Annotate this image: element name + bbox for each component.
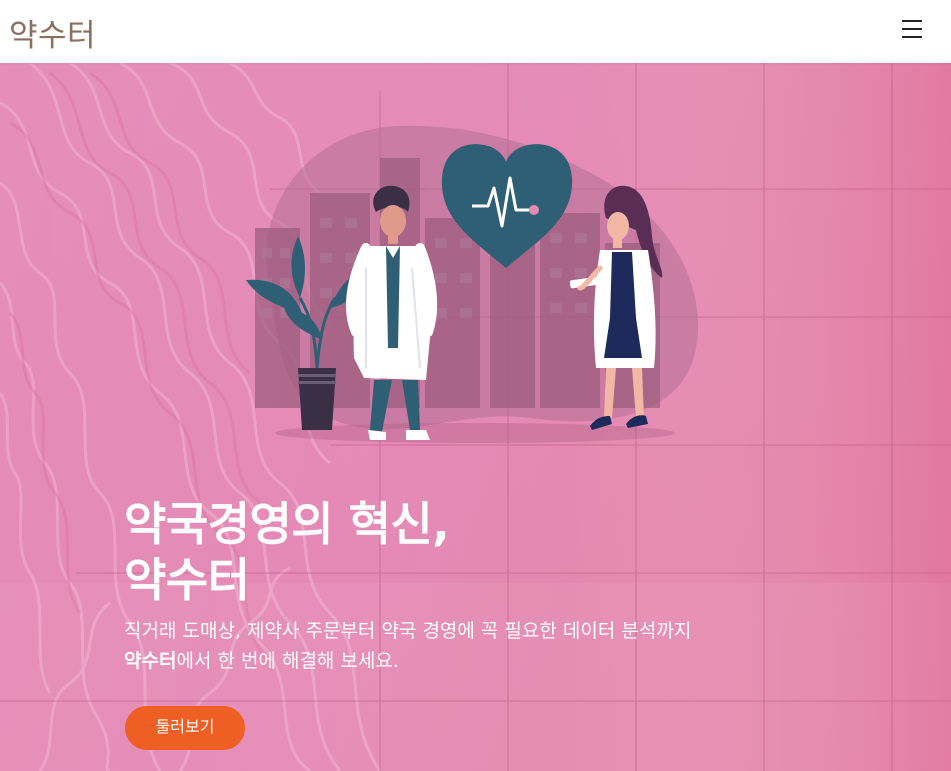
hero-title: 약국경영의 혁신, 약수터 [124, 496, 450, 608]
top-navbar: 약수터 [0, 0, 951, 63]
hamburger-menu-icon[interactable] [897, 16, 927, 42]
doctors-heart-illustration [246, 125, 699, 443]
hero-section: 약국경영의 혁신, 약수터 직거래 도매상, 제약사 주문부터 약국 경영에 꼭… [0, 63, 951, 771]
hero-subtitle-line-1: 직거래 도매상, 제약사 주문부터 약국 경영에 꼭 필요한 데이터 분석까지 [124, 620, 692, 642]
browse-button[interactable]: 둘러보기 [125, 706, 245, 750]
hero-subtitle: 직거래 도매상, 제약사 주문부터 약국 경영에 꼭 필요한 데이터 분석까지 … [124, 616, 744, 676]
brand-logo[interactable]: 약수터 [9, 10, 96, 55]
hero-subtitle-brand: 약수터 [124, 650, 177, 672]
hero-title-line-2: 약수터 [124, 553, 250, 607]
hero-subtitle-line-2: 에서 한 번에 해결해 보세요. [176, 650, 399, 672]
hero-title-line-1: 약국경영의 혁신, [124, 497, 450, 551]
